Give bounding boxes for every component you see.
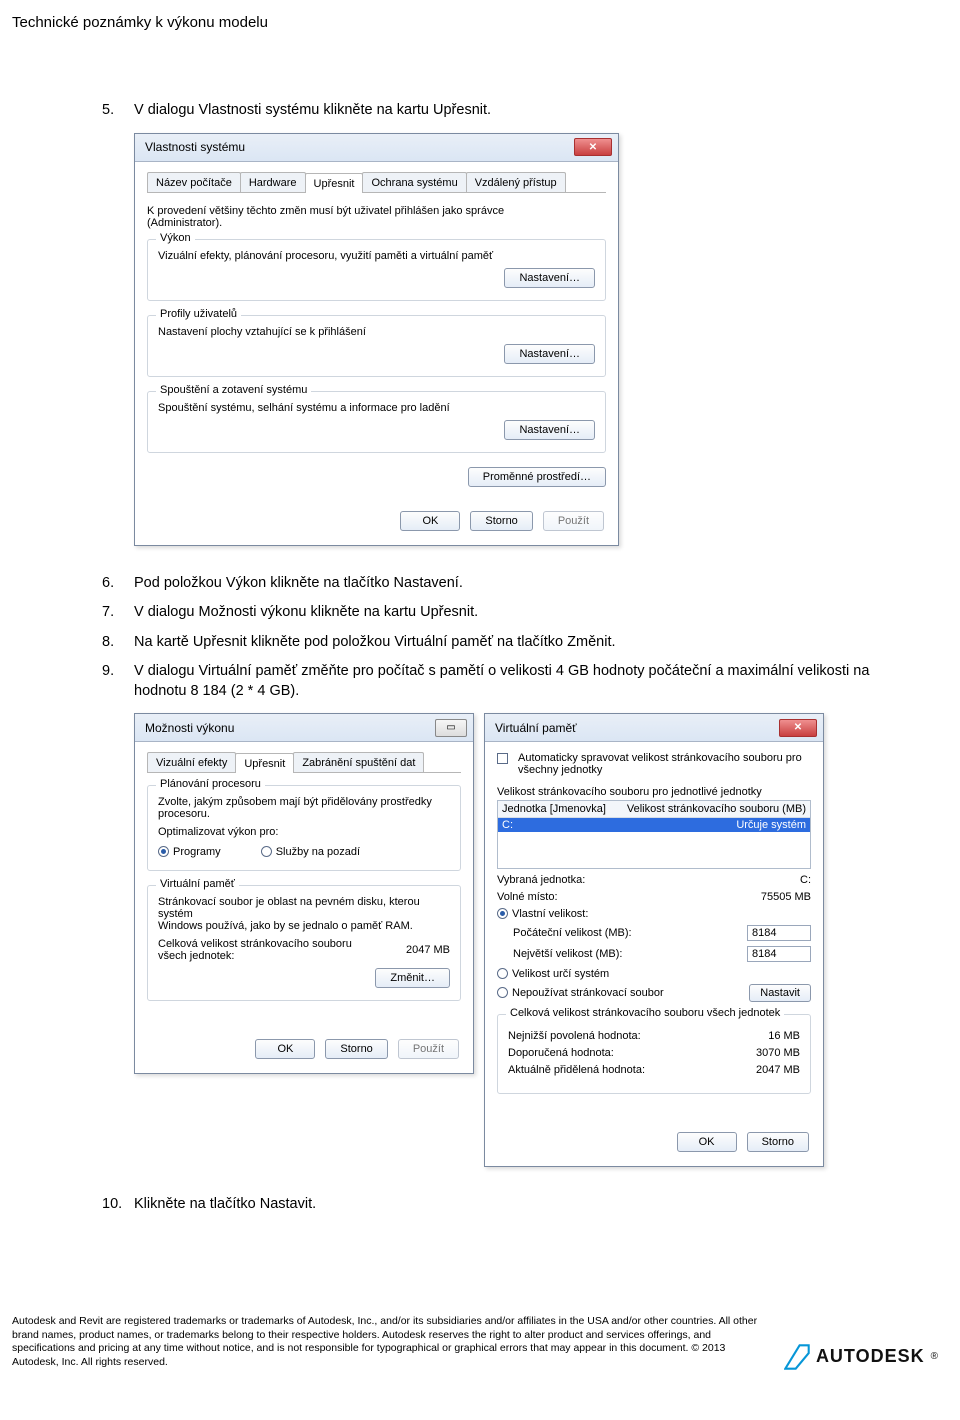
legal-text: Autodesk and Revit are registered tradem…: [12, 1315, 766, 1370]
tabbar: Vizuální efekty Upřesnit Zabránění spušt…: [147, 752, 461, 773]
step-10: 10.Klikněte na tlačítko Nastavit.: [102, 1195, 888, 1215]
vmem-desc: Stránkovací soubor je oblast na pevném d…: [158, 896, 450, 932]
steps-list-a: 5.V dialogu Vlastnosti systému klikněte …: [102, 101, 888, 121]
radio-services[interactable]: Služby na pozadí: [261, 846, 360, 858]
cur-value: 2047 MB: [756, 1064, 800, 1076]
autodesk-logo: AUTODESK ®: [784, 1344, 938, 1370]
tab-computer-name[interactable]: Název počítače: [147, 172, 241, 192]
group-profiles-title: Profily uživatelů: [156, 308, 241, 320]
min-label: Nejnižší povolená hodnota:: [508, 1030, 641, 1042]
total-label: Celková velikost stránkovacího souboru v…: [158, 938, 352, 962]
drive-list-head: Velikost stránkovacího souboru pro jedno…: [497, 786, 811, 798]
set-button[interactable]: Nastavit: [749, 984, 811, 1002]
dialog-system-properties: Vlastnosti systému ✕ Název počítače Hard…: [134, 133, 619, 546]
group-performance-title: Výkon: [156, 232, 195, 244]
tab-system-protection[interactable]: Ochrana systému: [362, 172, 466, 192]
tab-remote[interactable]: Vzdálený přístup: [466, 172, 566, 192]
profiles-settings-button[interactable]: Nastavení…: [504, 344, 595, 364]
close-button[interactable]: ✕: [779, 719, 817, 737]
steps-list-c: 10.Klikněte na tlačítko Nastavit.: [102, 1195, 888, 1215]
tab-dep[interactable]: Zabránění spuštění dat: [293, 752, 424, 772]
dialog-title: Virtuální paměť: [495, 721, 577, 735]
step-7: 7.V dialogu Možnosti výkonu klikněte na …: [102, 603, 888, 623]
cancel-button[interactable]: Storno: [747, 1132, 809, 1152]
step-9: 9.V dialogu Virtuální paměť změňte pro p…: [102, 662, 888, 701]
ok-button[interactable]: OK: [400, 511, 460, 531]
close-button[interactable]: ▭: [435, 719, 467, 737]
rec-value: 3070 MB: [756, 1047, 800, 1059]
autodesk-icon: [784, 1344, 810, 1370]
change-button[interactable]: Změnit…: [375, 968, 450, 988]
free-space-value: 75505 MB: [761, 891, 811, 903]
initial-size-input[interactable]: [747, 925, 811, 941]
scheduling-desc: Zvolte, jakým způsobem mají být přidělov…: [158, 796, 450, 820]
cancel-button[interactable]: Storno: [325, 1039, 387, 1059]
step-5: 5.V dialogu Vlastnosti systému klikněte …: [102, 101, 888, 121]
tabbar: Název počítače Hardware Upřesnit Ochrana…: [147, 172, 606, 193]
dialog-performance-options: Možnosti výkonu ▭ Vizuální efekty Upřesn…: [134, 713, 474, 1074]
group-performance-desc: Vizuální efekty, plánování procesoru, vy…: [158, 250, 595, 262]
performance-settings-button[interactable]: Nastavení…: [504, 268, 595, 288]
optimize-label: Optimalizovat výkon pro:: [158, 826, 450, 838]
group-profiles-desc: Nastavení plochy vztahující se k přihláš…: [158, 326, 595, 338]
tab-advanced[interactable]: Upřesnit: [305, 173, 364, 193]
apply-button[interactable]: Použít: [398, 1039, 459, 1059]
apply-button[interactable]: Použít: [543, 511, 604, 531]
page-header: Technické poznámky k výkonu modelu: [12, 14, 948, 31]
totals-title: Celková velikost stránkovacího souboru v…: [506, 1007, 784, 1019]
steps-list-b: 6.Pod položkou Výkon klikněte na tlačítk…: [102, 574, 888, 702]
radio-system-size[interactable]: Velikost určí systém: [497, 968, 609, 980]
dialog-title: Možnosti výkonu: [145, 721, 234, 735]
ok-button[interactable]: OK: [677, 1132, 737, 1152]
radio-custom-size[interactable]: Vlastní velikost:: [497, 908, 588, 920]
initial-size-label: Počáteční velikost (MB):: [513, 927, 632, 939]
col-drive: Jednotka [Jmenovka]: [502, 803, 606, 815]
step-8: 8.Na kartě Upřesnit klikněte pod položko…: [102, 633, 888, 653]
tab-visual-effects[interactable]: Vizuální efekty: [147, 752, 236, 772]
max-size-label: Největší velikost (MB):: [513, 948, 622, 960]
autodesk-wordmark: AUTODESK: [816, 1346, 925, 1367]
tab-hardware[interactable]: Hardware: [240, 172, 306, 192]
selected-drive-value: C:: [800, 874, 811, 886]
total-value: 2047 MB: [406, 944, 450, 956]
min-value: 16 MB: [768, 1030, 800, 1042]
drive-row[interactable]: C: Určuje systém: [498, 818, 810, 832]
cur-label: Aktuálně přidělená hodnota:: [508, 1064, 645, 1076]
radio-no-pagefile[interactable]: Nepoužívat stránkovací soubor: [497, 987, 664, 999]
dialog-virtual-memory: Virtuální paměť ✕ Automaticky spravovat …: [484, 713, 824, 1167]
selected-drive-label: Vybraná jednotka:: [497, 874, 585, 886]
dialog-title: Vlastnosti systému: [145, 140, 245, 154]
group-startup-desc: Spouštění systému, selhání systému a inf…: [158, 402, 595, 414]
group-vmem-title: Virtuální paměť: [156, 878, 239, 890]
env-vars-button[interactable]: Proměnné prostředí…: [468, 467, 606, 487]
auto-manage-checkbox[interactable]: Automaticky spravovat velikost stránkova…: [497, 752, 811, 776]
col-size: Velikost stránkovacího souboru (MB): [627, 803, 806, 815]
tab-advanced[interactable]: Upřesnit: [235, 753, 294, 773]
max-size-input[interactable]: [747, 946, 811, 962]
close-button[interactable]: ✕: [574, 138, 612, 156]
admin-note: K provedení většiny těchto změn musí být…: [147, 205, 606, 229]
startup-settings-button[interactable]: Nastavení…: [504, 420, 595, 440]
cancel-button[interactable]: Storno: [470, 511, 532, 531]
ok-button[interactable]: OK: [255, 1039, 315, 1059]
free-space-label: Volné místo:: [497, 891, 558, 903]
rec-label: Doporučená hodnota:: [508, 1047, 614, 1059]
step-6: 6.Pod položkou Výkon klikněte na tlačítk…: [102, 574, 888, 594]
group-startup-title: Spouštění a zotavení systému: [156, 384, 311, 396]
group-scheduling-title: Plánování procesoru: [156, 778, 265, 790]
radio-programs[interactable]: Programy: [158, 846, 221, 858]
